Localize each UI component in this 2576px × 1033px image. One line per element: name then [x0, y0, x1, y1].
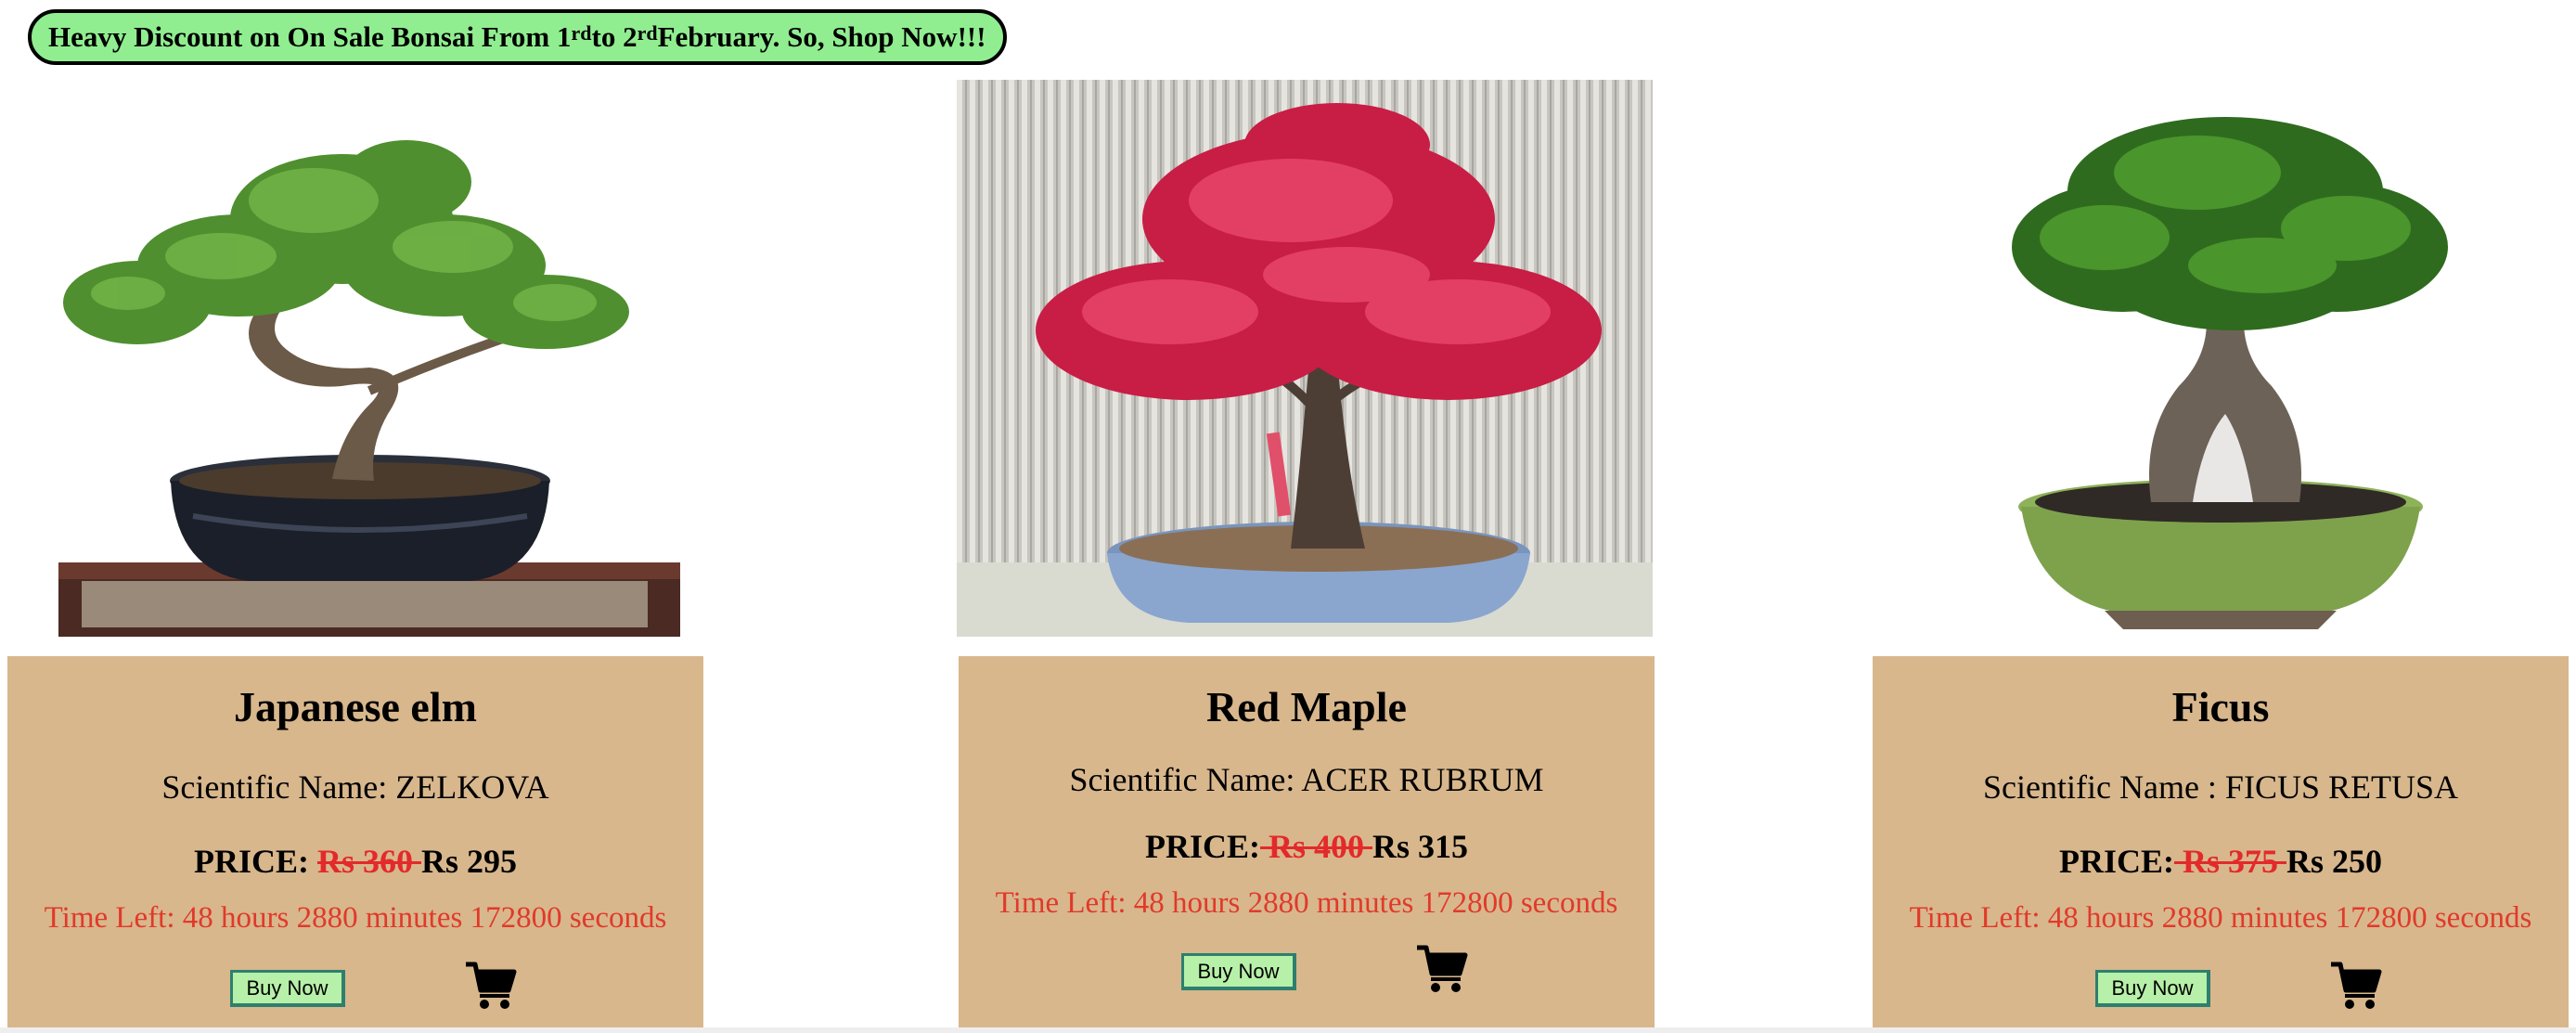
product-card-japanese-elm: Japanese elm Scientific Name: ZELKOVA PR…	[7, 656, 703, 1027]
red-maple-image	[957, 80, 1653, 637]
sale-banner: Heavy Discount on On Sale Bonsai From 1r…	[28, 9, 1007, 65]
card-actions: Buy Now	[959, 944, 1655, 1000]
shopping-cart-icon[interactable]	[2329, 961, 2383, 1011]
banner-text-mid: to 2	[591, 20, 638, 53]
buy-now-button[interactable]: Buy Now	[230, 970, 345, 1007]
old-price: Rs 360	[316, 843, 421, 880]
product-card-ficus: Ficus Scientific Name : FICUS RETUSA PRI…	[1873, 656, 2569, 1027]
price-label: PRICE:	[193, 843, 309, 880]
product-title: Red Maple	[1206, 683, 1407, 730]
price-label: PRICE:	[2058, 843, 2174, 880]
shopping-cart-icon[interactable]	[464, 961, 518, 1011]
buy-now-button[interactable]: Buy Now	[1181, 953, 1296, 990]
japanese-elm-image	[7, 80, 703, 637]
price-label: PRICE:	[1144, 828, 1260, 865]
price-line: PRICE: Rs 360 Rs 295	[7, 842, 703, 881]
price-line: PRICE: Rs 400 Rs 315	[959, 827, 1655, 866]
product-card-red-maple: Red Maple Scientific Name: ACER RUBRUM P…	[959, 656, 1655, 1027]
scientific-name: Scientific Name : FICUS RETUSA	[1983, 768, 2458, 806]
page-bottom-edge	[0, 1027, 2576, 1033]
card-actions: Buy Now	[7, 961, 703, 1016]
new-price: Rs 295	[421, 843, 518, 880]
scientific-name: Scientific Name: ACER RUBRUM	[1069, 761, 1544, 798]
shopping-cart-icon[interactable]	[1415, 944, 1469, 994]
buy-now-button[interactable]: Buy Now	[2095, 970, 2210, 1007]
time-left: Time Left: 48 hours 2880 minutes 172800 …	[995, 886, 1618, 920]
card-actions: Buy Now	[1873, 961, 2569, 1016]
time-left: Time Left: 48 hours 2880 minutes 172800 …	[1909, 901, 2532, 935]
banner-sup-1: rd	[571, 21, 592, 45]
scientific-name: Scientific Name: ZELKOVA	[161, 768, 549, 806]
new-price: Rs 250	[2286, 843, 2383, 880]
price-line: PRICE: Rs 375 Rs 250	[1873, 842, 2569, 881]
banner-text-end: February. So, Shop Now!!!	[657, 20, 986, 53]
ficus-image	[1873, 80, 2569, 637]
banner-sup-2: rd	[637, 21, 658, 45]
product-title: Japanese elm	[234, 683, 477, 730]
product-title: Ficus	[2171, 683, 2270, 730]
banner-text-start: Heavy Discount on On Sale Bonsai From 1	[48, 20, 572, 53]
old-price: Rs 375	[2173, 843, 2286, 880]
old-price: Rs 400	[1259, 828, 1372, 865]
new-price: Rs 315	[1372, 828, 1469, 865]
time-left: Time Left: 48 hours 2880 minutes 172800 …	[44, 901, 667, 935]
